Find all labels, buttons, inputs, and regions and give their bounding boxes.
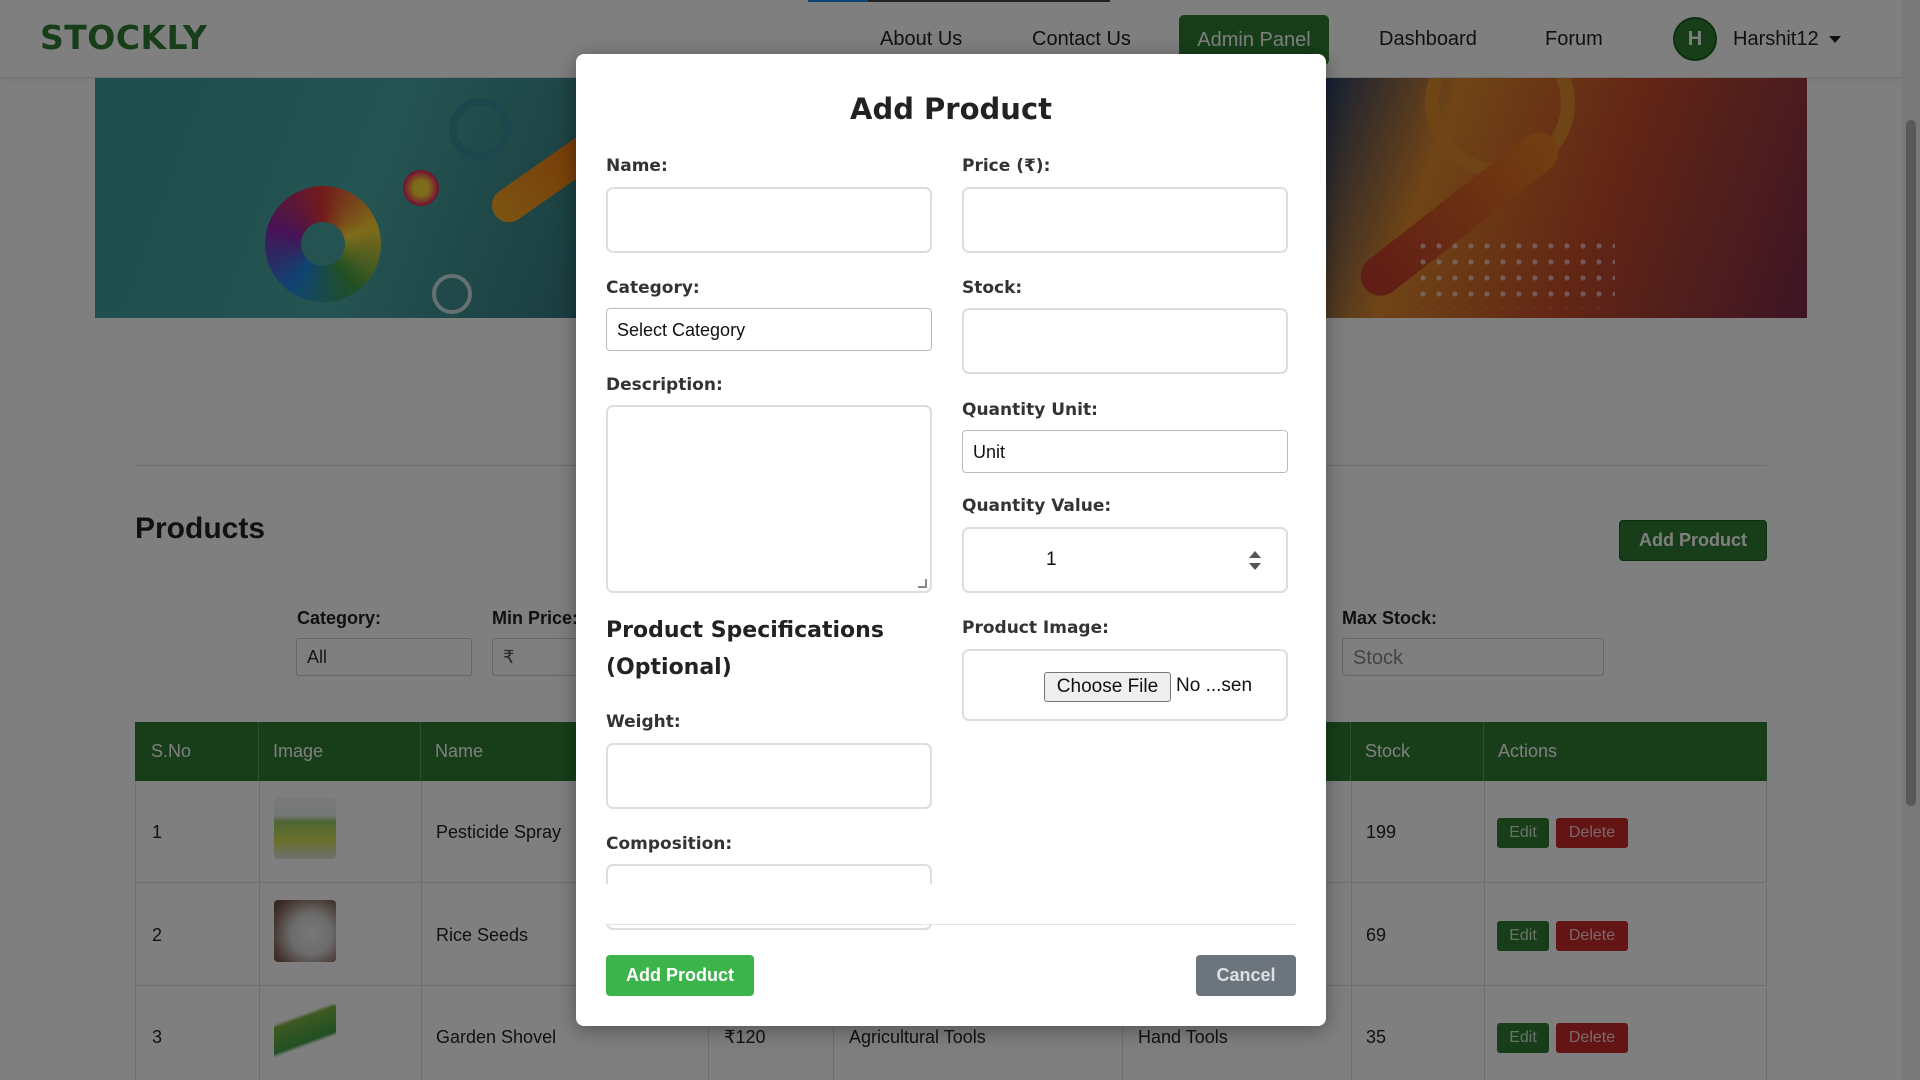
quantity-unit-select[interactable]: Unit bbox=[962, 430, 1288, 473]
weight-label: Weight: bbox=[606, 712, 681, 732]
quantity-unit-label: Quantity Unit: bbox=[962, 400, 1098, 420]
modal-footer-divider bbox=[606, 924, 1296, 925]
name-label: Name: bbox=[606, 156, 668, 176]
spin-down-icon[interactable] bbox=[1249, 563, 1261, 570]
file-status-text: No ...sen bbox=[1176, 675, 1253, 696]
spin-up-icon[interactable] bbox=[1249, 551, 1261, 558]
category-select[interactable]: Select Category bbox=[606, 308, 932, 351]
name-input[interactable] bbox=[606, 187, 932, 253]
price-input[interactable] bbox=[962, 187, 1288, 253]
add-product-modal: Add Product Name: Category: Select Categ… bbox=[576, 54, 1326, 1026]
weight-input[interactable] bbox=[606, 743, 932, 809]
resize-grip-icon[interactable] bbox=[918, 579, 927, 588]
submit-add-product-button[interactable]: Add Product bbox=[606, 955, 754, 996]
quantity-value: 1 bbox=[1046, 549, 1057, 570]
stock-label: Stock: bbox=[962, 278, 1023, 298]
stock-input[interactable] bbox=[962, 308, 1288, 374]
choose-file-button[interactable]: Choose File bbox=[1044, 672, 1171, 702]
cancel-button[interactable]: Cancel bbox=[1196, 955, 1296, 996]
category-label: Category: bbox=[606, 278, 700, 298]
product-image-label: Product Image: bbox=[962, 618, 1109, 638]
product-image-file-input[interactable]: Choose File No ...sen bbox=[962, 649, 1288, 721]
quantity-value-label: Quantity Value: bbox=[962, 496, 1112, 516]
price-label: Price (₹): bbox=[962, 156, 1051, 176]
scroll-clip bbox=[606, 884, 936, 924]
quantity-value-stepper[interactable]: 1 bbox=[962, 527, 1288, 593]
specifications-heading: Product Specifications (Optional) bbox=[606, 618, 884, 680]
description-label: Description: bbox=[606, 375, 723, 395]
composition-label: Composition: bbox=[606, 834, 733, 854]
description-textarea[interactable] bbox=[606, 405, 932, 593]
modal-title: Add Product bbox=[850, 92, 1052, 126]
